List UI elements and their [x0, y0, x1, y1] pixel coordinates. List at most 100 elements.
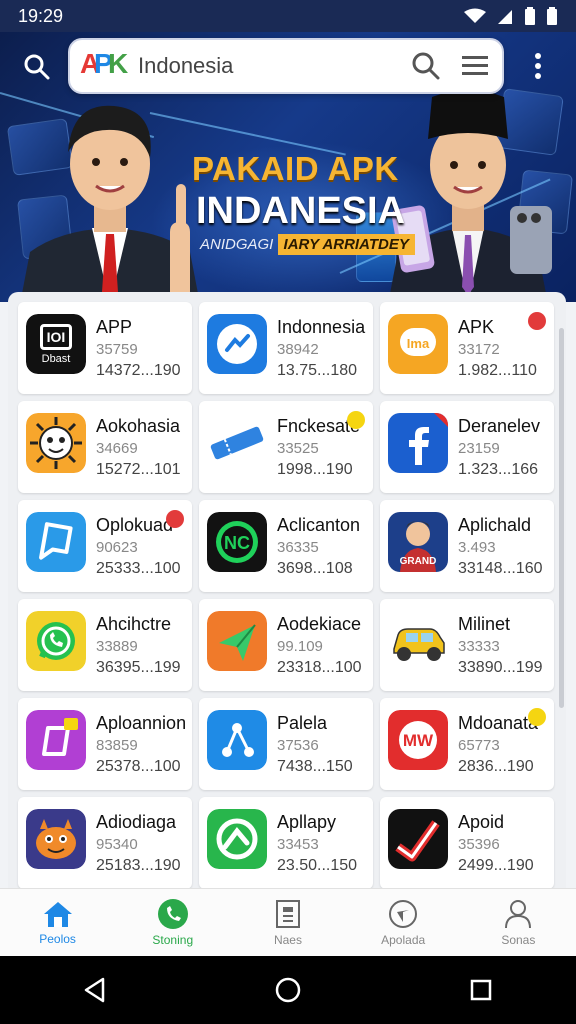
menu-icon[interactable]	[462, 55, 488, 77]
search-input[interactable]: Indonesia	[138, 53, 412, 79]
app-name: Aplichald	[458, 515, 532, 535]
app-name: Deranelev	[458, 416, 541, 436]
nav-item-peolos[interactable]: Peolos	[8, 900, 108, 946]
recents-icon[interactable]	[469, 978, 493, 1002]
bottom-navigation: Peolos Stoning Naes Apolada Sonas	[0, 888, 576, 956]
banner-subtitle: ANIDGAGI IARY ARRIATDEY	[200, 234, 415, 255]
nav-label: Peolos	[39, 931, 76, 946]
monster-icon	[26, 809, 86, 869]
app-card[interactable]: Ahcihctre 33889 36395...199	[18, 599, 192, 691]
scrollbar[interactable]	[559, 328, 564, 708]
dbast-icon: IOI Dbast	[26, 314, 86, 374]
app-info: Milinet 33333 33890...199	[458, 609, 543, 676]
app-size: 1.323...166	[458, 461, 539, 478]
status-time: 19:29	[18, 5, 64, 26]
app-grid-container: IOI Dbast APP 35759 14372...190 Indonnesia 38…	[8, 292, 566, 888]
send-arrow-icon	[207, 611, 267, 671]
app-logo-icon: A P K	[80, 48, 129, 79]
app-download-count: 38942	[277, 341, 319, 358]
app-name: Aclicanton	[277, 515, 361, 535]
search-icon[interactable]	[412, 52, 440, 80]
app-size: 7438...150	[277, 758, 353, 775]
notification-badge	[528, 708, 546, 726]
app-card[interactable]: Adiodiaga 95340 25183...190	[18, 797, 192, 888]
app-size: 25378...100	[96, 758, 181, 775]
app-size: 1.982...110	[458, 362, 537, 379]
app-icon-label: GRAND	[400, 556, 437, 567]
app-info: Apllapy 33453 23.50...150	[277, 807, 357, 874]
status-icons	[464, 7, 558, 25]
app-info: Aokohasia 34669 15272...101	[96, 411, 181, 478]
app-card[interactable]: Fnckesate 33525 1998...190	[199, 401, 373, 493]
app-info: Aploannion 83859 25378...100	[96, 708, 186, 775]
app-name: APP	[96, 317, 133, 337]
app-card[interactable]: Oplokuad 90623 25333...100	[18, 500, 192, 592]
app-icon-label: NC	[224, 533, 250, 553]
app-info: Apoid 35396 2499...190	[458, 807, 534, 874]
notification-badge	[528, 312, 546, 330]
app-download-count: 33172	[458, 341, 500, 358]
app-download-count: 90623	[96, 539, 138, 556]
app-card[interactable]: Apoid 35396 2499...190	[380, 797, 554, 888]
app-card[interactable]: Deranelev 23159 1.323...166	[380, 401, 554, 493]
app-download-count: 3.493	[458, 539, 496, 556]
app-download-count: 23159	[458, 440, 500, 457]
app-download-count: 37536	[277, 737, 319, 754]
app-grid: IOI Dbast APP 35759 14372...190 Indonnesia 38…	[18, 302, 554, 888]
search-icon[interactable]	[24, 54, 50, 80]
app-size: 23.50...150	[277, 857, 358, 874]
banner-subtitle-b: IARY ARRIATDEY	[277, 234, 415, 255]
wifi-icon	[464, 8, 486, 23]
notification-badge	[166, 510, 184, 528]
green-circle-icon	[207, 809, 267, 869]
more-options-icon[interactable]	[532, 52, 544, 80]
check-chart-icon	[388, 809, 448, 869]
app-card[interactable]: NC Aclicanton 36335 3698...108	[199, 500, 373, 592]
sun-face-icon	[26, 413, 86, 473]
app-name: Milinet	[458, 614, 511, 634]
signal-icon	[498, 10, 512, 24]
app-download-count: 99.109	[277, 638, 323, 655]
back-icon[interactable]	[83, 977, 107, 1003]
app-download-count: 33453	[277, 836, 319, 853]
app-card[interactable]: GRAND Aplichald 3.493 33148...160	[380, 500, 554, 592]
nav-item-naes[interactable]: Naes	[238, 899, 338, 947]
app-download-count: 33525	[277, 440, 319, 457]
nav-item-apolada[interactable]: Apolada	[353, 899, 453, 947]
app-card[interactable]: Aploannion 83859 25378...100	[18, 698, 192, 790]
home-button-icon[interactable]	[274, 976, 302, 1004]
app-name: Mdoanata	[458, 713, 539, 733]
phone-icon	[157, 898, 188, 929]
app-name: Apllapy	[277, 812, 337, 832]
app-size: 2499...190	[458, 857, 534, 874]
chart-icon	[207, 314, 267, 374]
app-card[interactable]: Apllapy 33453 23.50...150	[199, 797, 373, 888]
app-info: Indonnesia 38942 13.75...180	[277, 312, 365, 379]
nav-item-sonas[interactable]: Sonas	[468, 899, 568, 947]
app-name: APK	[458, 317, 495, 337]
ticket-icon	[207, 413, 267, 473]
app-card[interactable]: MW Mdoanata 65773 2836...190	[380, 698, 554, 790]
app-download-count: 34669	[96, 440, 138, 457]
app-download-count: 35396	[458, 836, 500, 853]
app-info: APP 35759 14372...190	[96, 312, 181, 379]
share-icon	[207, 710, 267, 770]
app-download-count: 83859	[96, 737, 138, 754]
app-download-count: 35759	[96, 341, 138, 358]
app-card[interactable]: Milinet 33333 33890...199	[380, 599, 554, 691]
ima-icon: Ima	[388, 314, 448, 374]
app-card[interactable]: Aokohasia 34669 15272...101	[18, 401, 192, 493]
app-info: Mdoanata 65773 2836...190	[458, 708, 538, 775]
app-card[interactable]: Palela 37536 7438...150	[199, 698, 373, 790]
app-card[interactable]: Indonnesia 38942 13.75...180	[199, 302, 373, 394]
nc-icon: NC	[207, 512, 267, 572]
app-info: Aodekiace 99.109 23318...100	[277, 609, 362, 676]
app-card[interactable]: Ima APK 33172 1.982...110	[380, 302, 554, 394]
app-card[interactable]: IOI Dbast APP 35759 14372...190	[18, 302, 192, 394]
app-size: 23318...100	[277, 659, 362, 676]
app-card[interactable]: Aodekiace 99.109 23318...100	[199, 599, 373, 691]
app-name: Aploannion	[96, 713, 187, 733]
nav-item-stoning[interactable]: Stoning	[123, 898, 223, 947]
search-bar[interactable]: A P K Indonesia	[68, 38, 504, 94]
app-info: Deranelev 23159 1.323...166	[458, 411, 540, 478]
